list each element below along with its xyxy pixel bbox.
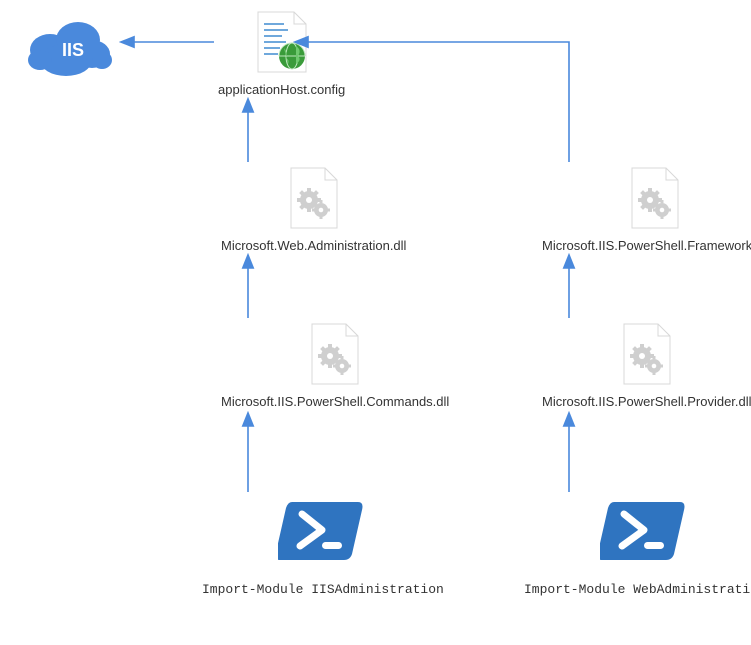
right-dll-2: Microsoft.IIS.PowerShell.Provider.dll (542, 322, 751, 409)
config-file-icon (252, 10, 312, 76)
right-command-label: Import-Module WebAdministration (524, 582, 751, 597)
file-gears-icon (287, 166, 341, 232)
right-powershell: Import-Module WebAdministration (524, 496, 751, 597)
left-dll-2: Microsoft.IIS.PowerShell.Commands.dll (221, 322, 449, 409)
left-powershell: Import-Module IISAdministration (202, 496, 444, 597)
left-dll-1: Microsoft.Web.Administration.dll (221, 166, 406, 253)
powershell-icon (278, 496, 368, 568)
config-file: applicationHost.config (218, 10, 345, 97)
file-gears-icon (628, 166, 682, 232)
powershell-icon (600, 496, 690, 568)
right-dll-2-label: Microsoft.IIS.PowerShell.Provider.dll (542, 394, 751, 409)
iis-cloud: IIS (20, 10, 115, 80)
left-command-label: Import-Module IISAdministration (202, 582, 444, 597)
file-gears-icon (308, 322, 362, 388)
iis-cloud-label: IIS (62, 40, 84, 61)
left-dll-1-label: Microsoft.Web.Administration.dll (221, 238, 406, 253)
right-dll-1-label: Microsoft.IIS.PowerShell.Framework.dll (542, 238, 751, 253)
config-file-label: applicationHost.config (218, 82, 345, 97)
right-dll-1: Microsoft.IIS.PowerShell.Framework.dll (542, 166, 751, 253)
left-dll-2-label: Microsoft.IIS.PowerShell.Commands.dll (221, 394, 449, 409)
file-gears-icon (620, 322, 674, 388)
